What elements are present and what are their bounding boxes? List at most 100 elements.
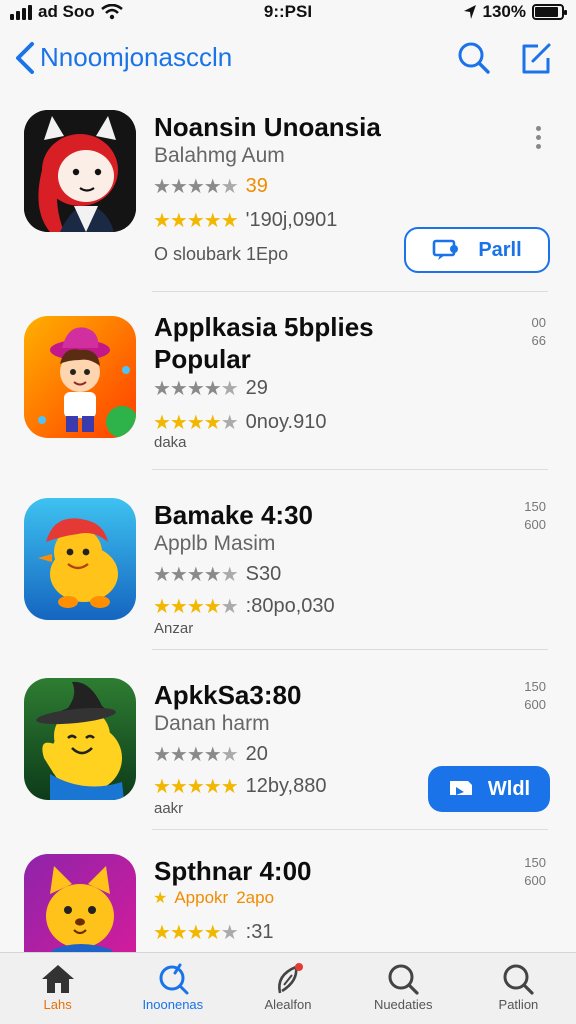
side-meta: 150 600 xyxy=(524,498,546,534)
star-rating-icon: ★ xyxy=(153,890,167,907)
app-icon-bird xyxy=(24,498,136,620)
rating-value: 29 xyxy=(245,377,268,399)
star-rating-icon: ★★★★★ xyxy=(153,564,239,586)
compose-icon[interactable] xyxy=(516,38,556,78)
chat-icon xyxy=(433,239,459,260)
side-meta: 150 600 xyxy=(524,678,546,714)
get-button-label: Parll xyxy=(478,238,522,261)
side-meta-bottom: 600 xyxy=(524,697,546,712)
app-title: Noansin Unoansia xyxy=(154,112,381,142)
side-meta-top: 00 xyxy=(531,315,546,330)
review-count: :31 xyxy=(245,921,274,943)
app-subtitle: Danan harm xyxy=(154,712,270,735)
tab-label: Nuedaties xyxy=(373,997,433,1012)
star-rating-icon: ★★★★★ xyxy=(153,210,239,232)
side-meta: 00 66 xyxy=(532,314,546,350)
app-title: ApkkSa3:80 xyxy=(154,680,302,710)
tab-bar: Lahs Inoonenas Alealfon Nuedaties Patlio… xyxy=(0,952,576,1024)
battery-icon xyxy=(532,4,567,20)
app-subtitle: Applb Masim xyxy=(154,532,276,555)
side-meta-top: 150 xyxy=(524,679,546,694)
star-rating-icon: ★★★★★ xyxy=(153,596,239,618)
tab-updates[interactable]: Nuedaties xyxy=(346,953,461,1024)
list-item[interactable]: Applkasia 5bplies Popular ★★★★★ 29 ★★★★★… xyxy=(0,292,576,470)
review-count: 0noy.910 xyxy=(245,411,327,433)
side-meta-bottom: 600 xyxy=(524,873,546,888)
magnifier-icon xyxy=(503,964,535,995)
app-title: Bamake 4:30 xyxy=(154,500,313,530)
rating-row: ★★★★★ :31 xyxy=(153,920,273,945)
list-item[interactable]: Noansin Unoansia Balahmg Aum ★★★★★ 39 ★★… xyxy=(0,96,576,292)
feather-icon xyxy=(278,963,303,994)
more-options-icon[interactable] xyxy=(536,126,542,149)
review-count: '190j,0901 xyxy=(245,209,338,231)
list-item[interactable]: ApkkSa3:80 Danan harm ★★★★★ 20 ★★★★★ 12b… xyxy=(0,650,576,830)
side-meta-bottom: 600 xyxy=(524,517,546,532)
search-icon xyxy=(159,963,189,995)
star-rating-icon: ★★★★★ xyxy=(153,176,239,198)
rating-row: ★★★★★ '190j,0901 xyxy=(153,208,337,233)
app-title: Spthnar 4:00 xyxy=(154,856,312,886)
magnifier-icon xyxy=(388,964,419,995)
app-icon-fox xyxy=(24,110,136,232)
app-meta: O sloubark 1Epo xyxy=(154,244,289,264)
get-button[interactable]: Wldl xyxy=(428,766,550,812)
star-rating-icon: ★★★★★ xyxy=(153,744,239,766)
app-meta: aakr xyxy=(154,800,184,817)
search-icon[interactable] xyxy=(454,38,494,78)
page-title: Nnoomjonasccln xyxy=(40,42,233,72)
app-icon-cat xyxy=(24,854,136,952)
rating-row: ★★★★★ 12by,880 xyxy=(153,774,326,799)
battery-percent: 130% xyxy=(482,2,526,21)
tab-label: Inoonenas xyxy=(142,997,204,1012)
rating-row: ★★★★★ 39 xyxy=(153,174,268,199)
rating-value: 39 xyxy=(245,175,268,197)
get-button-label: Wldl xyxy=(487,777,531,800)
app-meta: Anzar xyxy=(154,620,194,637)
side-meta: 150 600 xyxy=(524,854,546,890)
tab-label: Alealfon xyxy=(264,997,312,1012)
tab-activity[interactable]: Alealfon xyxy=(230,953,345,1024)
status-bar: ad Soo 9::PSI 130% xyxy=(0,0,576,26)
rating-row: ★★★★★ 20 xyxy=(153,742,268,767)
house-icon xyxy=(41,965,74,993)
tab-label: Patlion xyxy=(498,997,539,1012)
app-subtitle: Balahmg Aum xyxy=(154,144,285,167)
back-chevron-icon[interactable] xyxy=(12,40,42,76)
rating-value: 2apo xyxy=(236,888,275,907)
app-meta: daka xyxy=(154,434,187,451)
side-meta-top: 150 xyxy=(524,855,546,870)
app-list: Noansin Unoansia Balahmg Aum ★★★★★ 39 ★★… xyxy=(0,96,576,952)
rating-value: 20 xyxy=(245,743,268,765)
review-count: 12by,880 xyxy=(245,775,327,797)
tab-profile[interactable]: Patlion xyxy=(461,953,576,1024)
side-meta-top: 150 xyxy=(524,499,546,514)
status-right: 130% xyxy=(463,2,567,22)
rating-row: ★ Appokr 2apo xyxy=(153,888,274,908)
app-icon-kid xyxy=(24,316,136,438)
rating-row: ★★★★★ 0noy.910 xyxy=(153,410,326,435)
get-button[interactable]: Parll xyxy=(404,227,550,273)
accent-label: Appokr xyxy=(174,888,229,907)
star-rating-icon: ★★★★★ xyxy=(153,412,239,434)
star-rating-icon: ★★★★★ xyxy=(153,378,239,400)
tab-label: Lahs xyxy=(43,997,72,1012)
video-icon xyxy=(449,781,472,795)
list-item[interactable]: Spthnar 4:00 ★ Appokr 2apo ★★★★★ :31 150… xyxy=(0,830,576,952)
tab-home[interactable]: Lahs xyxy=(0,953,115,1024)
star-rating-icon: ★★★★★ xyxy=(153,922,239,944)
app-title: Applkasia 5bplies xyxy=(154,312,374,342)
nav-bar: Nnoomjonasccln xyxy=(0,30,576,86)
rating-row: ★★★★★ S30 xyxy=(153,562,281,587)
star-rating-icon: ★★★★★ xyxy=(153,776,239,798)
side-meta-bottom: 66 xyxy=(531,333,546,348)
rating-row: ★★★★★ :80po,030 xyxy=(153,594,335,619)
location-icon xyxy=(463,5,476,19)
review-count: :80po,030 xyxy=(245,595,335,617)
app-title-line2: Popular xyxy=(154,344,251,374)
list-item[interactable]: Bamake 4:30 Applb Masim ★★★★★ S30 ★★★★★ … xyxy=(0,470,576,650)
tab-search[interactable]: Inoonenas xyxy=(115,953,230,1024)
rating-value: S30 xyxy=(245,563,282,585)
app-icon-wizard xyxy=(24,678,136,800)
rating-row: ★★★★★ 29 xyxy=(153,376,268,401)
